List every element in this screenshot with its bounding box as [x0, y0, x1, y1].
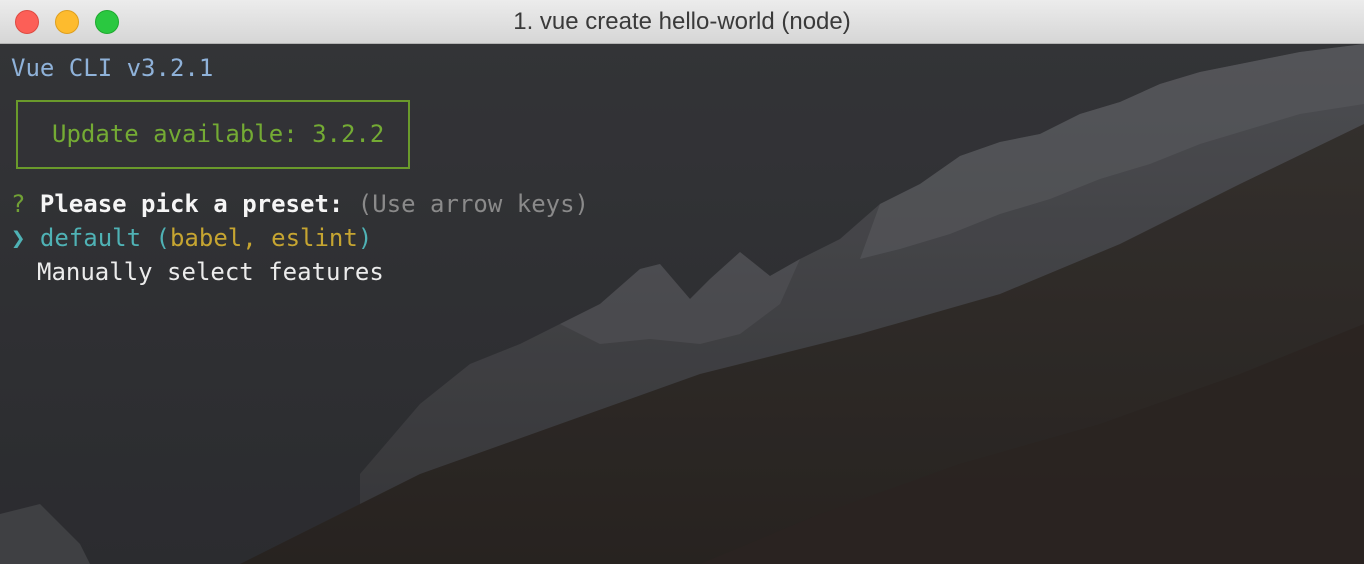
option-label: default — [39, 224, 142, 252]
terminal-window: 1. vue create hello-world (node) Vue CLI… — [0, 0, 1364, 564]
chevron-right-icon: ❯ — [11, 224, 26, 252]
preset-option-default[interactable]: ❯ default (babel, eslint) — [11, 221, 372, 255]
question-mark-icon: ? — [11, 190, 26, 218]
option-paren-open: ( — [141, 224, 170, 252]
prompt-question: Please pick a preset: — [39, 190, 344, 218]
terminal-output: Vue CLI v3.2.1 Update available: 3.2.2 ?… — [0, 44, 1364, 564]
update-notice-box: Update available: 3.2.2 — [16, 100, 410, 169]
window-title: 1. vue create hello-world (node) — [513, 8, 851, 35]
option-detail: babel, eslint — [169, 224, 358, 252]
terminal-area[interactable]: Vue CLI v3.2.1 Update available: 3.2.2 ?… — [0, 44, 1364, 564]
preset-prompt-line: ? Please pick a preset: (Use arrow keys) — [11, 187, 589, 221]
option-paren-close: ) — [357, 224, 373, 252]
title-bar[interactable]: 1. vue create hello-world (node) — [0, 0, 1364, 44]
prompt-hint: (Use arrow keys) — [357, 190, 589, 218]
cli-version-line: Vue CLI v3.2.1 — [11, 54, 214, 82]
preset-option-manual[interactable]: Manually select features — [37, 255, 384, 289]
update-notice-text: Update available: 3.2.2 — [52, 120, 385, 148]
